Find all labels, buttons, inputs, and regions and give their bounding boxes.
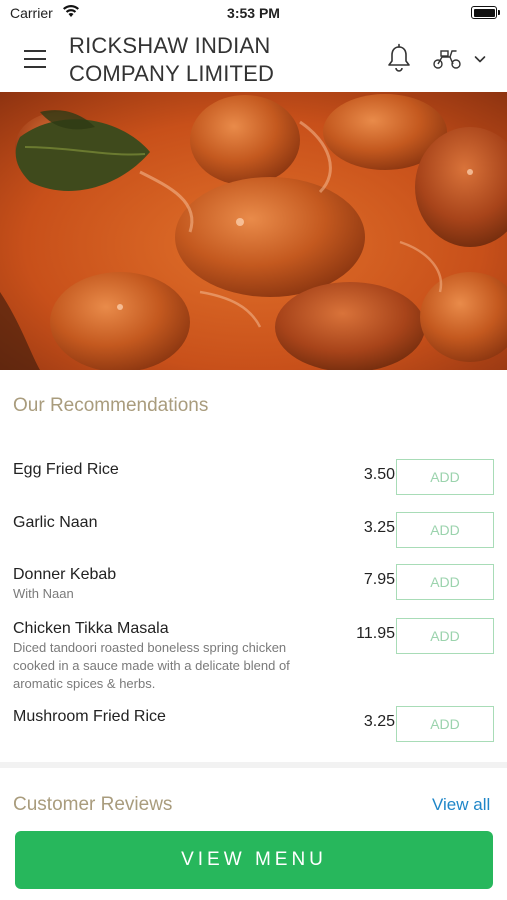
menu-item: Chicken Tikka Masala Diced tandoori roas…: [13, 618, 494, 693]
app-header: RICKSHAW INDIAN COMPANY LIMITED: [0, 26, 507, 92]
item-description: With Naan: [13, 586, 74, 601]
chevron-down-icon[interactable]: [474, 54, 486, 64]
recommendations-title: Our Recommendations: [13, 395, 209, 416]
menu-item: Mushroom Fried Rice 3.25 ADD: [13, 706, 494, 742]
view-all-link[interactable]: View all: [432, 795, 490, 815]
restaurant-title: RICKSHAW INDIAN COMPANY LIMITED: [69, 33, 275, 86]
hero-food-image: [0, 92, 507, 370]
menu-icon[interactable]: [24, 50, 46, 68]
add-button[interactable]: ADD: [396, 564, 494, 600]
item-price: 7.95: [363, 571, 395, 588]
add-button[interactable]: ADD: [396, 512, 494, 548]
status-time: 3:53 PM: [227, 5, 280, 21]
menu-item: Garlic Naan 3.25 ADD: [13, 512, 494, 548]
scooter-icon[interactable]: [432, 48, 462, 70]
menu-item: Donner Kebab With Naan 7.95 ADD: [13, 564, 494, 603]
item-description: Diced tandoori roasted boneless spring c…: [13, 640, 290, 691]
battery-icon: [471, 6, 500, 19]
item-price: 3.50: [363, 466, 395, 483]
section-divider: [0, 762, 507, 768]
add-button[interactable]: ADD: [396, 459, 494, 495]
add-button[interactable]: ADD: [396, 706, 494, 742]
reviews-title: Customer Reviews: [13, 794, 173, 815]
menu-item: Egg Fried Rice 3.50 ADD: [13, 459, 494, 495]
status-bar: Carrier 3:53 PM: [0, 0, 507, 26]
curry-image: [0, 92, 507, 370]
bell-icon[interactable]: [386, 43, 412, 73]
item-price: 3.25: [363, 519, 395, 536]
add-button[interactable]: ADD: [396, 618, 494, 654]
view-menu-button[interactable]: VIEW MENU: [15, 831, 493, 889]
item-price: 3.25: [363, 713, 395, 730]
item-price: 11.95: [356, 625, 395, 642]
